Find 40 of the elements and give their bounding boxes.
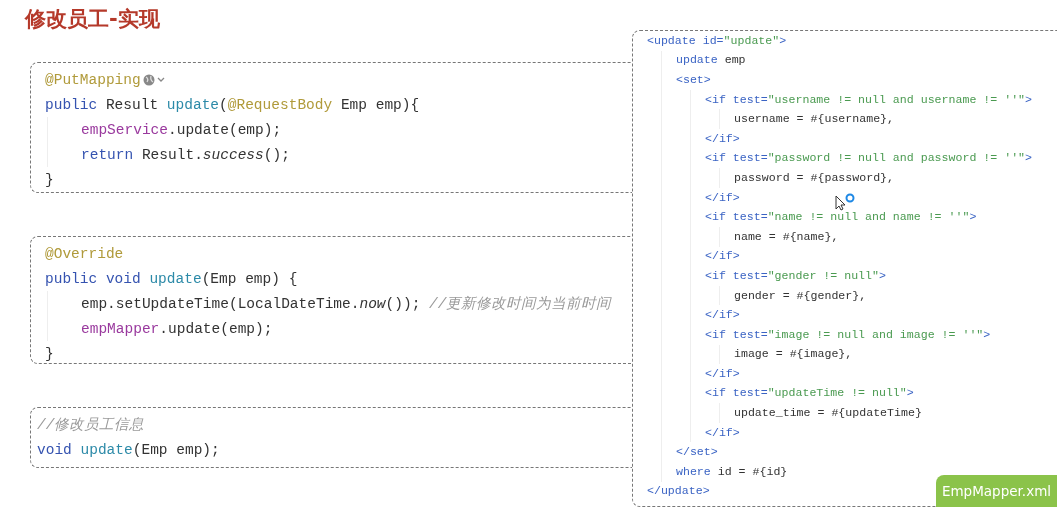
code-line: </if>	[705, 189, 740, 206]
code-line: <update id="update">	[647, 32, 787, 49]
code-line: username = #{username},	[734, 111, 895, 128]
code-line: <if test="image != null and image != ''">	[705, 326, 991, 343]
code-line: </if>	[705, 365, 740, 382]
code-line: @PutMapping	[45, 70, 141, 90]
code-line: </update>	[647, 483, 710, 500]
code-line: @Override	[45, 244, 124, 264]
code-line: update_time = #{updateTime}	[734, 405, 922, 422]
code-line: image = #{image},	[734, 346, 853, 363]
code-line: update emp	[676, 52, 746, 69]
code-line: name = #{name},	[734, 228, 839, 245]
code-line: empMapper.update(emp);	[81, 319, 273, 339]
code-line: <if test="gender != null">	[705, 267, 886, 284]
code-line: void update(Emp emp);	[37, 440, 220, 460]
code-line: return Result.success();	[81, 145, 290, 165]
code-line: </set>	[676, 444, 718, 461]
code-line: empService.update(emp);	[81, 120, 282, 140]
code-line: where id = #{id}	[676, 463, 788, 480]
code-line: </if>	[705, 307, 740, 324]
code-line: password = #{password},	[734, 169, 895, 186]
code-line: public Result update(@RequestBody Emp emp){	[45, 95, 420, 115]
slide-title: 修改员工-实现	[25, 6, 160, 33]
code-line: <set>	[676, 72, 711, 88]
code-line: //修改员工信息	[37, 415, 145, 435]
cursor-icon	[835, 193, 855, 211]
code-line: emp.setUpdateTime(LocalDateTime.now()); //更新修改时间为当前时间	[81, 294, 612, 314]
code-line: }	[45, 344, 54, 364]
code-line: <if test="updateTime != null">	[705, 385, 914, 402]
code-line: <if test="name != null and name != ''">	[705, 209, 977, 226]
globe-icon[interactable]	[141, 72, 166, 87]
code-line: <if test="password != null and password != ''">	[705, 150, 1033, 167]
code-line: gender = #{gender},	[734, 287, 867, 304]
code-line: }	[45, 170, 54, 190]
code-line: </if>	[705, 248, 740, 265]
file-label: EmpMapper.xml	[936, 475, 1057, 507]
code-line: </if>	[705, 424, 740, 441]
code-line: </if>	[705, 130, 740, 147]
code-line: public void update(Emp emp) {	[45, 269, 298, 289]
code-line: <if test="username != null and username != ''">	[705, 91, 1033, 108]
